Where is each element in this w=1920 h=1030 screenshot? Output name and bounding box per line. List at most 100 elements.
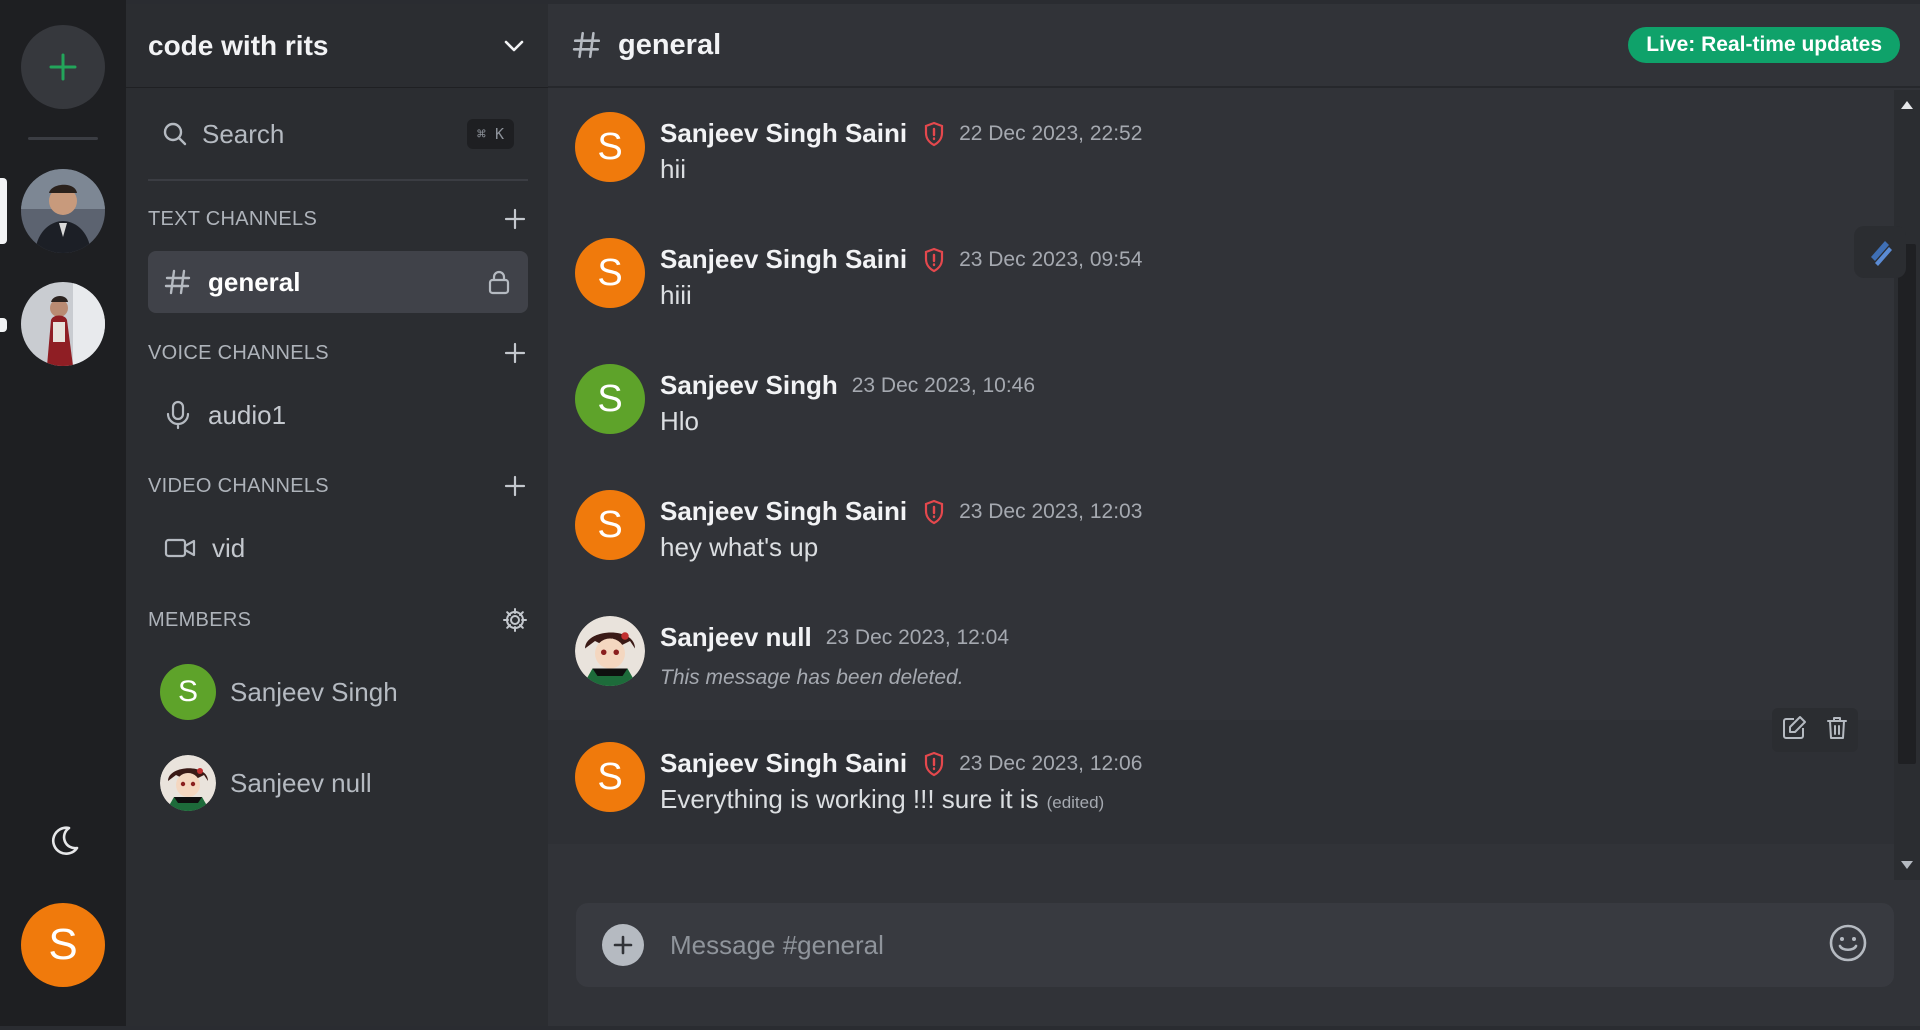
avatar[interactable]: S <box>575 112 645 182</box>
delete-message-button[interactable] <box>1825 715 1849 746</box>
channel-name: vid <box>212 532 246 563</box>
chevron-down-icon <box>504 40 524 51</box>
channel-item-general[interactable]: general <box>148 251 528 313</box>
server-avatar-second[interactable] <box>21 282 105 366</box>
current-user-initial: S <box>48 920 78 969</box>
message-header: Sanjeev Singh Saini 23 Dec 2023, 09:54 <box>660 244 1142 275</box>
message-text: hey what's up <box>660 532 819 562</box>
message-header: Sanjeev Singh Saini 23 Dec 2023, 12:06 <box>660 748 1142 779</box>
server-header-dropdown[interactable]: code with rits <box>126 4 548 88</box>
message-author[interactable]: Sanjeev Singh Saini <box>660 244 907 275</box>
message-author[interactable]: Sanjeev null <box>660 622 812 653</box>
plus-icon <box>504 475 526 497</box>
add-server-button[interactable] <box>21 25 105 109</box>
message-timestamp: 23 Dec 2023, 12:06 <box>959 751 1143 775</box>
chat-main: general Live: Real-time updates S Sanjee… <box>548 4 1920 1030</box>
attach-button[interactable] <box>602 924 644 966</box>
text-channels-section: TEXT CHANNELS <box>148 204 528 234</box>
member-item[interactable]: S Sanjeev Singh <box>160 662 520 722</box>
message-composer <box>576 903 1894 987</box>
avatar-initial: S <box>597 251 623 294</box>
message-input[interactable] <box>670 929 1828 961</box>
member-name: Sanjeev null <box>230 767 372 798</box>
add-text-channel-button[interactable] <box>502 206 528 232</box>
search-button[interactable]: Search ⌘ K <box>148 106 528 162</box>
scroll-down-button[interactable] <box>1898 856 1916 874</box>
avatar-initial: S <box>597 377 623 420</box>
caret-up-icon <box>1901 101 1913 109</box>
message-item: S Sanjeev Singh Saini 23 Dec 2023, 12:03… <box>548 468 1894 592</box>
message-item: S Sanjeev Singh Saini 23 Dec 2023, 12:06… <box>548 708 1894 844</box>
message-item: S Sanjeev Singh Saini 23 Dec 2023, 09:54… <box>548 216 1894 340</box>
voice-channels-section: VOICE CHANNELS <box>148 338 528 368</box>
members-title: MEMBERS <box>148 608 252 631</box>
server-rail: S <box>0 0 126 1030</box>
message-header: Sanjeev Singh Saini 22 Dec 2023, 22:52 <box>660 118 1142 149</box>
member-item[interactable]: Sanjeev null <box>160 753 520 813</box>
message-timestamp: 23 Dec 2023, 09:54 <box>959 247 1143 271</box>
message-timestamp: 22 Dec 2023, 22:52 <box>959 121 1143 145</box>
message-item: S Sanjeev Singh Saini 22 Dec 2023, 22:52… <box>548 90 1894 214</box>
sidebar-separator <box>148 179 528 181</box>
microphone-icon <box>166 400 190 430</box>
server-photo-icon <box>21 169 105 253</box>
message-header: Sanjeev Singh 23 Dec 2023, 10:46 <box>660 370 1035 401</box>
channel-sidebar: code with rits Search ⌘ K TEXT CHANNELS <box>126 4 548 1030</box>
message-timestamp: 23 Dec 2023, 10:46 <box>851 373 1036 397</box>
moon-icon <box>51 826 79 855</box>
channel-item-vid[interactable]: vid <box>148 517 528 579</box>
plus-icon <box>504 342 526 364</box>
message-author[interactable]: Sanjeev Singh Saini <box>660 118 907 149</box>
video-channels-section: VIDEO CHANNELS <box>148 471 528 501</box>
avatar-initial: S <box>597 755 623 798</box>
channel-item-audio1[interactable]: audio1 <box>148 384 528 446</box>
extension-icon <box>1871 241 1892 266</box>
message-list: S Sanjeev Singh Saini 22 Dec 2023, 22:52… <box>548 90 1894 880</box>
message-text: hiii <box>660 280 692 310</box>
avatar-initial: S <box>177 675 198 708</box>
search-label: Search <box>202 118 285 149</box>
video-camera-icon <box>164 538 196 558</box>
caret-down-icon <box>1901 861 1913 869</box>
avatar <box>160 755 216 811</box>
smiley-icon <box>1829 924 1867 961</box>
edit-message-button[interactable] <box>1781 715 1807 746</box>
current-user-avatar[interactable]: S <box>21 903 105 987</box>
bottom-border <box>0 1026 1920 1030</box>
add-video-channel-button[interactable] <box>502 473 528 499</box>
server-photo-icon <box>21 282 105 366</box>
voice-channels-title: VOICE CHANNELS <box>148 341 329 364</box>
channel-title: general <box>618 28 722 61</box>
avatar[interactable]: S <box>575 490 645 560</box>
search-shortcut: ⌘ K <box>466 119 514 149</box>
avatar[interactable]: S <box>575 238 645 308</box>
shield-alert-icon <box>923 121 945 147</box>
emoji-button[interactable] <box>1828 923 1868 968</box>
shield-alert-icon <box>923 499 945 525</box>
lock-icon <box>488 270 510 295</box>
message-author[interactable]: Sanjeev Singh <box>660 370 838 401</box>
message-text: hii <box>660 154 687 184</box>
shield-alert-icon <box>923 751 945 777</box>
message-item: Sanjeev null 23 Dec 2023, 12:04 This mes… <box>548 594 1894 718</box>
scrollbar-thumb[interactable] <box>1898 244 1916 764</box>
avatar[interactable]: S <box>575 364 645 434</box>
message-author[interactable]: Sanjeev Singh Saini <box>660 496 907 527</box>
edit-icon <box>1783 715 1806 739</box>
theme-toggle-button[interactable] <box>45 822 81 858</box>
scroll-up-button[interactable] <box>1898 96 1916 114</box>
trash-icon <box>1827 716 1847 739</box>
add-voice-channel-button[interactable] <box>502 340 528 366</box>
server-avatar-code-with-rits[interactable] <box>21 169 105 253</box>
anime-avatar-icon <box>575 616 645 686</box>
message-item: S Sanjeev Singh 23 Dec 2023, 10:46 Hlo <box>548 342 1894 466</box>
message-actions <box>1772 708 1858 752</box>
avatar-initial: S <box>597 503 623 546</box>
avatar[interactable]: S <box>575 742 645 812</box>
message-header: Sanjeev Singh Saini 23 Dec 2023, 12:03 <box>660 496 1142 527</box>
manage-members-button[interactable] <box>502 607 528 633</box>
avatar[interactable] <box>575 616 645 686</box>
message-author[interactable]: Sanjeev Singh Saini <box>660 748 907 779</box>
floating-extension-button[interactable] <box>1854 226 1906 278</box>
plus-icon <box>49 53 77 81</box>
